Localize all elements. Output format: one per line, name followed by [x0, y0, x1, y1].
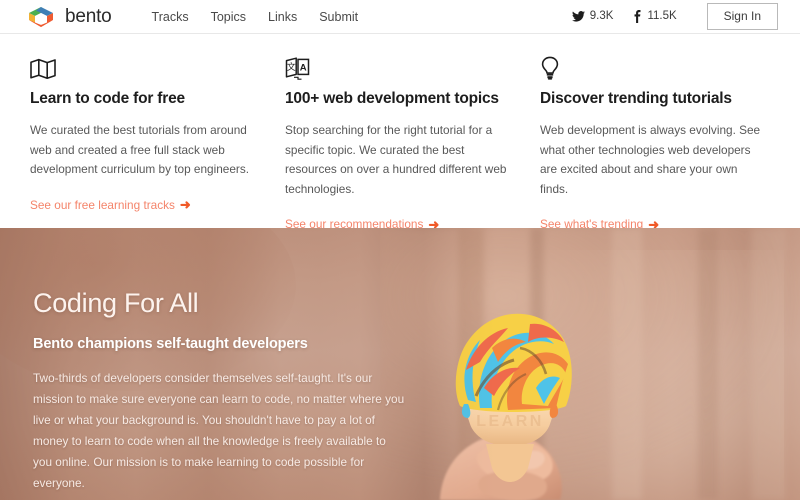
feature-title: 100+ web development topics [285, 90, 499, 107]
hero-subtitle: Bento champions self-taught developers [33, 336, 308, 352]
twitter-icon [571, 11, 585, 22]
facebook-follower-stat[interactable]: 11.5K [633, 9, 677, 23]
feature-body: Web development is always evolving. See … [540, 123, 761, 196]
nav-link-submit[interactable]: Submit [319, 10, 358, 24]
svg-text:文: 文 [287, 61, 296, 73]
twitter-follower-count: 9.3K [589, 10, 614, 23]
arrow-right-icon: ➜ [179, 197, 191, 213]
feature-title: Discover trending tutorials [540, 90, 732, 107]
hero-title: Coding For All [33, 288, 199, 318]
nav-link-links[interactable]: Links [268, 10, 297, 24]
main-navigation: Tracks Topics Links Submit [152, 10, 359, 24]
feature-body: Stop searching for the right tutorial fo… [285, 123, 507, 196]
hero-body-text: Two-thirds of developers consider themse… [33, 371, 405, 490]
header-right-group: 9.3K 11.5K Sign In [571, 3, 778, 30]
lightbulb-icon [540, 50, 765, 80]
bento-box-logo-icon [26, 5, 56, 29]
svg-text:A: A [300, 63, 307, 74]
map-icon [30, 50, 255, 80]
facebook-follower-count: 11.5K [647, 10, 677, 23]
twitter-follower-stat[interactable]: 9.3K [571, 10, 614, 23]
feature-column-web-topics: 文 A 100+ web development topics Stop sea… [285, 50, 540, 231]
feature-title: Learn to code for free [30, 90, 185, 107]
nav-link-topics[interactable]: Topics [211, 10, 246, 24]
feature-column-trending: Discover trending tutorials Web developm… [540, 50, 795, 231]
brand-logo-link[interactable]: bento [26, 5, 112, 29]
translate-icon: 文 A [285, 50, 510, 80]
hero-content: Coding For All Bento champions self-taug… [33, 288, 433, 500]
feature-link-label: See our free learning tracks [30, 197, 175, 212]
site-header: bento Tracks Topics Links Submit 9.3K 11… [0, 0, 800, 34]
feature-column-learn-to-code: Learn to code for free We curated the be… [30, 50, 285, 228]
feature-body: We curated the best tutorials from aroun… [30, 123, 250, 177]
facebook-icon [633, 9, 642, 23]
hero-section: LEARN Coding For All Bento champions sel… [0, 228, 800, 500]
features-section: Learn to code for free We curated the be… [0, 34, 800, 231]
nav-link-tracks[interactable]: Tracks [152, 10, 189, 24]
sign-in-button[interactable]: Sign In [706, 3, 778, 30]
brand-name: bento [65, 5, 112, 27]
feature-link-learning-tracks[interactable]: See our free learning tracks ➜ [30, 198, 191, 212]
